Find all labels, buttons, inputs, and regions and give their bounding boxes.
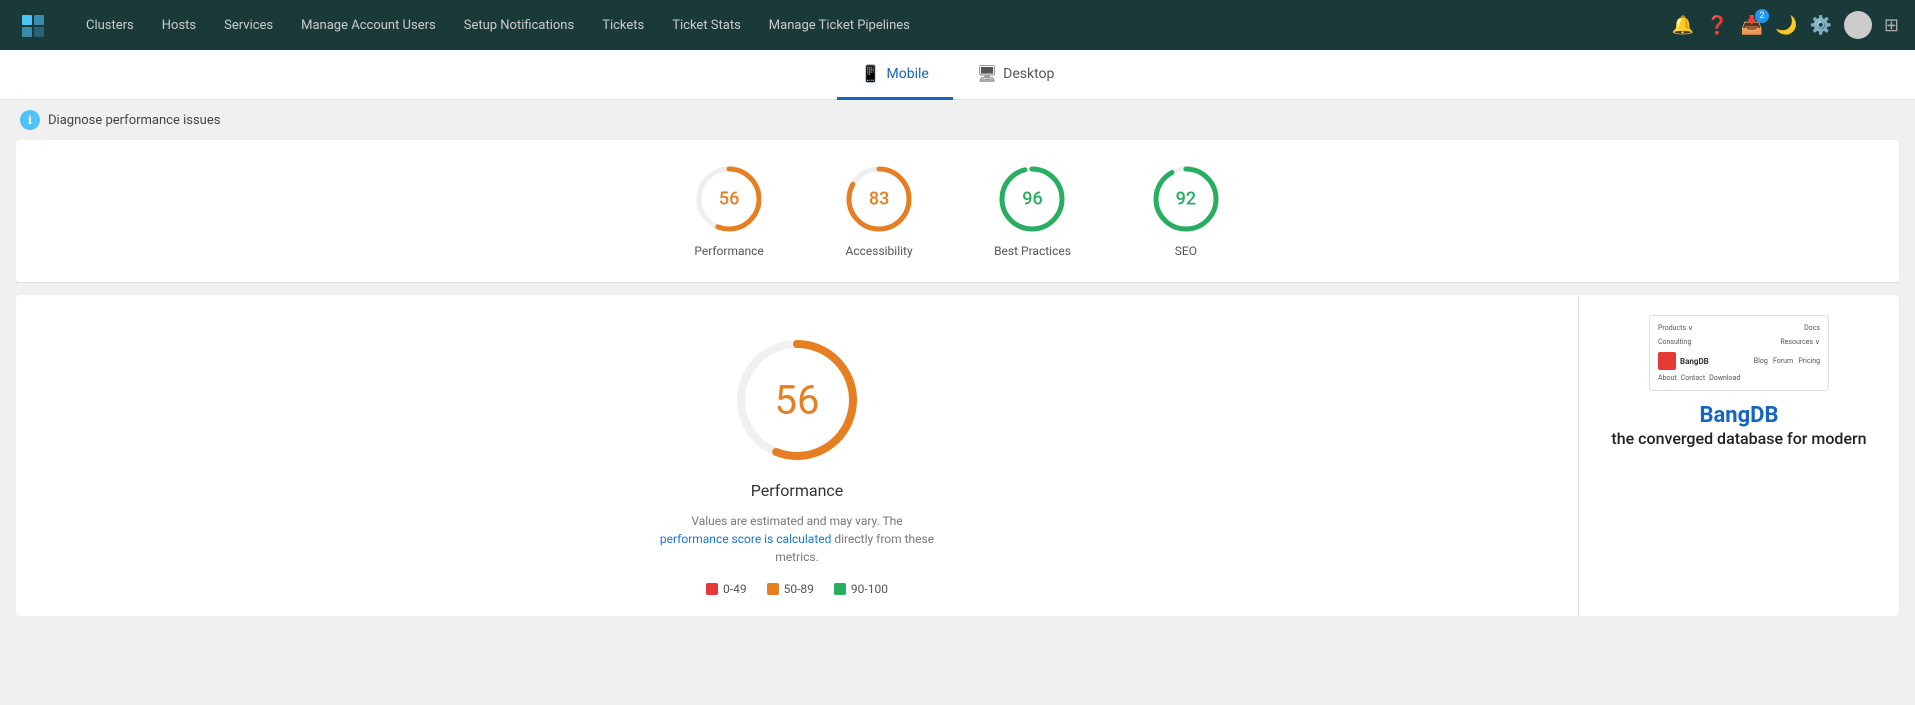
bangdb-logo-text: BangDB — [1601, 403, 1876, 428]
preview-logo-row: BangDB Blog Forum Pricing — [1658, 352, 1820, 370]
tabs-bar: 📱 Mobile 🖥 Desktop — [0, 50, 1915, 100]
score-circle-seo: 92 — [1151, 164, 1221, 234]
website-preview: Products ∨ Docs Consulting Resources ∨ B… — [1649, 315, 1829, 391]
legend-dot-green — [834, 583, 846, 595]
nav-icons: 🔔 ❓ 📥 2 🌙 ⚙️ ⊞ — [1672, 11, 1899, 39]
legend: 0-49 50-89 90-100 — [706, 582, 888, 596]
score-item-accessibility: 83 Accessibility — [844, 164, 914, 258]
score-value-performance: 56 — [719, 189, 739, 210]
score-circle-accessibility: 83 — [844, 164, 914, 234]
score-circle-best-practices: 96 — [997, 164, 1067, 234]
avatar[interactable] — [1844, 11, 1872, 39]
big-score-description: Values are estimated and may vary. The p… — [657, 512, 937, 566]
diagnose-text: Diagnose performance issues — [48, 113, 220, 128]
legend-dot-orange — [767, 583, 779, 595]
nav-items: Clusters Hosts Services Manage Account U… — [72, 0, 1672, 50]
mobile-icon: 📱 — [861, 64, 881, 83]
score-circle-performance: 56 — [694, 164, 764, 234]
preview-nav-1: Products ∨ — [1658, 324, 1693, 332]
preview-logo-text: BangDB — [1680, 357, 1709, 366]
nav-item-clusters[interactable]: Clusters — [72, 0, 148, 50]
legend-range-green: 90-100 — [851, 582, 888, 596]
inbox-icon[interactable]: 📥 2 — [1741, 15, 1763, 36]
legend-item-orange: 50-89 — [767, 582, 814, 596]
score-item-seo: 92 SEO — [1151, 164, 1221, 258]
big-score-circle: 56 — [732, 335, 862, 465]
performance-score-link[interactable]: performance score is calculated — [660, 532, 831, 546]
nav-item-ticket-stats[interactable]: Ticket Stats — [658, 0, 755, 50]
preview-nav-3: Consulting — [1658, 338, 1691, 346]
preview-logo-box — [1658, 352, 1676, 370]
scores-card: 56 Performance 83 Accessibility 96 — [16, 140, 1899, 282]
big-score-section: 56 Performance Values are estimated and … — [16, 295, 1899, 616]
score-value-accessibility: 83 — [869, 189, 889, 210]
preview-contact: Contact — [1681, 374, 1705, 382]
notification-badge: 2 — [1755, 9, 1769, 23]
preview-about: About — [1658, 374, 1677, 382]
preview-links: About Contact Download — [1658, 374, 1820, 382]
big-score-right: Products ∨ Docs Consulting Resources ∨ B… — [1579, 295, 1899, 616]
nav-item-setup-notifications[interactable]: Setup Notifications — [450, 0, 588, 50]
tab-desktop-label: Desktop — [1003, 66, 1054, 82]
divider — [16, 282, 1899, 283]
preview-header-2: Consulting Resources ∨ — [1658, 338, 1820, 346]
nav-item-services[interactable]: Services — [210, 0, 287, 50]
score-label-best-practices: Best Practices — [994, 244, 1071, 258]
score-item-performance: 56 Performance — [694, 164, 764, 258]
desktop-icon: 🖥 — [977, 64, 997, 83]
main-content: 📱 Mobile 🖥 Desktop ℹ Diagnose performanc… — [0, 50, 1915, 705]
preview-nav-4: Resources ∨ — [1780, 338, 1820, 346]
grid-icon[interactable]: ⊞ — [1884, 15, 1899, 36]
preview-download: Download — [1709, 374, 1740, 382]
diagnose-bar: ℹ Diagnose performance issues — [0, 100, 1915, 140]
diagnose-icon: ℹ — [20, 110, 40, 130]
bangdb-promo: BangDB the converged database for modern — [1601, 403, 1876, 450]
tab-mobile[interactable]: 📱 Mobile — [837, 50, 953, 100]
legend-range-red: 0-49 — [723, 582, 747, 596]
preview-header: Products ∨ Docs — [1658, 324, 1820, 332]
preview-nav-5: Blog Forum Pricing — [1754, 357, 1820, 365]
legend-item-red: 0-49 — [706, 582, 747, 596]
nav-item-manage-ticket-pipelines[interactable]: Manage Ticket Pipelines — [755, 0, 924, 50]
score-item-best-practices: 96 Best Practices — [994, 164, 1071, 258]
big-score-label: Performance — [751, 481, 844, 500]
nav-item-tickets[interactable]: Tickets — [588, 0, 658, 50]
big-score-left: 56 Performance Values are estimated and … — [16, 295, 1579, 616]
score-value-seo: 92 — [1176, 189, 1196, 210]
nav-item-manage-account-users[interactable]: Manage Account Users — [287, 0, 450, 50]
settings-icon[interactable]: ⚙️ — [1809, 15, 1831, 36]
help-icon[interactable]: ❓ — [1706, 15, 1728, 36]
notification-icon[interactable]: 🔔 — [1672, 15, 1694, 36]
bangdb-tagline: the converged database for modern — [1601, 428, 1876, 450]
nav-item-hosts[interactable]: Hosts — [148, 0, 210, 50]
tab-desktop[interactable]: 🖥 Desktop — [953, 50, 1079, 100]
logo[interactable] — [16, 7, 52, 43]
navbar: Clusters Hosts Services Manage Account U… — [0, 0, 1915, 50]
tab-mobile-label: Mobile — [887, 66, 929, 82]
legend-dot-red — [706, 583, 718, 595]
legend-item-green: 90-100 — [834, 582, 888, 596]
legend-range-orange: 50-89 — [784, 582, 814, 596]
preview-nav-2: Docs — [1804, 324, 1820, 332]
theme-icon[interactable]: 🌙 — [1775, 15, 1797, 36]
score-label-accessibility: Accessibility — [846, 244, 913, 258]
score-value-best-practices: 96 — [1022, 189, 1042, 210]
score-label-performance: Performance — [694, 244, 763, 258]
score-label-seo: SEO — [1175, 244, 1197, 258]
big-score-value: 56 — [775, 377, 820, 424]
